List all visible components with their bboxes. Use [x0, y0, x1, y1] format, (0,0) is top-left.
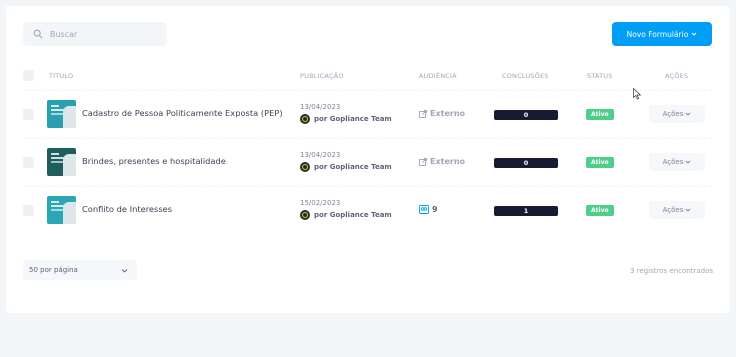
publisher-name: por Gopliance Team	[314, 115, 392, 123]
actions-dropdown[interactable]: Ações	[649, 105, 705, 123]
status-badge: Ativo	[586, 109, 614, 120]
per-page-select[interactable]: 50 por página	[23, 260, 137, 280]
per-page-label: 50 por página	[29, 266, 78, 274]
gopliance-logo-icon	[300, 210, 310, 220]
form-thumbnail	[47, 100, 76, 128]
audience-label: Externo	[430, 157, 466, 166]
publication-date: 15/02/2023	[300, 199, 341, 207]
mouse-cursor-icon	[633, 88, 641, 100]
search-box[interactable]	[23, 22, 167, 46]
publisher: por Gopliance Team	[300, 114, 392, 124]
gopliance-logo-icon	[300, 162, 310, 172]
row-divider	[23, 90, 712, 91]
column-publication: PUBLICAÇÃO	[300, 72, 344, 80]
column-title: TÍTULO	[49, 72, 74, 80]
actions-label: Ações	[662, 158, 684, 166]
forms-card: Novo Formulário TÍTULO PUBLICAÇÃO AUDIÊN…	[6, 6, 729, 313]
form-title[interactable]: Cadastro de Pessoa Politicamente Exposta…	[82, 108, 283, 118]
column-actions: AÇÕES	[665, 72, 689, 80]
search-icon	[33, 29, 43, 39]
row-checkbox[interactable]	[23, 157, 34, 168]
publication-date: 13/04/2023	[300, 103, 341, 111]
audience-cell: Externo	[419, 157, 465, 166]
completions-badge: 1	[494, 206, 558, 216]
column-completions: CONCLUSÕES	[502, 72, 549, 80]
table-header: TÍTULO PUBLICAÇÃO AUDIÊNCIA CONCLUSÕES S…	[6, 70, 729, 82]
publisher: por Gopliance Team	[300, 162, 392, 172]
status-badge: Ativo	[586, 205, 614, 216]
row-checkbox[interactable]	[23, 109, 34, 120]
audience-label: Externo	[430, 109, 466, 118]
chevron-down-icon	[121, 268, 128, 273]
users-group-icon	[419, 205, 429, 214]
table-row: Conflito de Interesses 15/02/2023 por Go…	[6, 190, 729, 230]
chevron-down-icon	[686, 160, 691, 164]
audience-cell: 9	[419, 205, 438, 214]
completions-badge: 0	[494, 158, 558, 168]
record-count: 3 registros encontrados	[630, 267, 713, 275]
actions-label: Ações	[662, 110, 684, 118]
form-title[interactable]: Brindes, presentes e hospitalidade	[82, 156, 226, 166]
new-form-button[interactable]: Novo Formulário	[612, 22, 712, 46]
publisher: por Gopliance Team	[300, 210, 392, 220]
status-badge: Ativo	[586, 157, 614, 168]
column-audience: AUDIÊNCIA	[419, 72, 457, 80]
search-input[interactable]	[50, 29, 160, 39]
new-form-button-label: Novo Formulário	[626, 29, 689, 39]
publisher-name: por Gopliance Team	[314, 211, 392, 219]
gopliance-logo-icon	[300, 114, 310, 124]
chevron-down-icon	[691, 32, 697, 36]
publication-date: 13/04/2023	[300, 151, 341, 159]
publisher-name: por Gopliance Team	[314, 163, 392, 171]
external-link-icon	[419, 109, 427, 118]
table-row: Brindes, presentes e hospitalidade 13/04…	[6, 142, 729, 182]
row-divider	[23, 186, 712, 187]
form-title[interactable]: Conflito de Interesses	[82, 204, 172, 214]
external-link-icon	[419, 157, 427, 166]
select-all-checkbox[interactable]	[23, 70, 34, 81]
actions-label: Ações	[662, 206, 684, 214]
audience-cell: Externo	[419, 109, 465, 118]
row-checkbox[interactable]	[23, 205, 34, 216]
chevron-down-icon	[686, 112, 691, 116]
table-row: Cadastro de Pessoa Politicamente Exposta…	[6, 94, 729, 134]
completions-badge: 0	[494, 110, 558, 120]
actions-dropdown[interactable]: Ações	[649, 153, 705, 171]
audience-label: 9	[432, 205, 438, 214]
form-thumbnail	[47, 196, 76, 224]
form-thumbnail	[47, 148, 76, 176]
row-divider	[23, 138, 712, 139]
actions-dropdown[interactable]: Ações	[649, 201, 705, 219]
column-status: STATUS	[587, 72, 613, 80]
chevron-down-icon	[686, 208, 691, 212]
